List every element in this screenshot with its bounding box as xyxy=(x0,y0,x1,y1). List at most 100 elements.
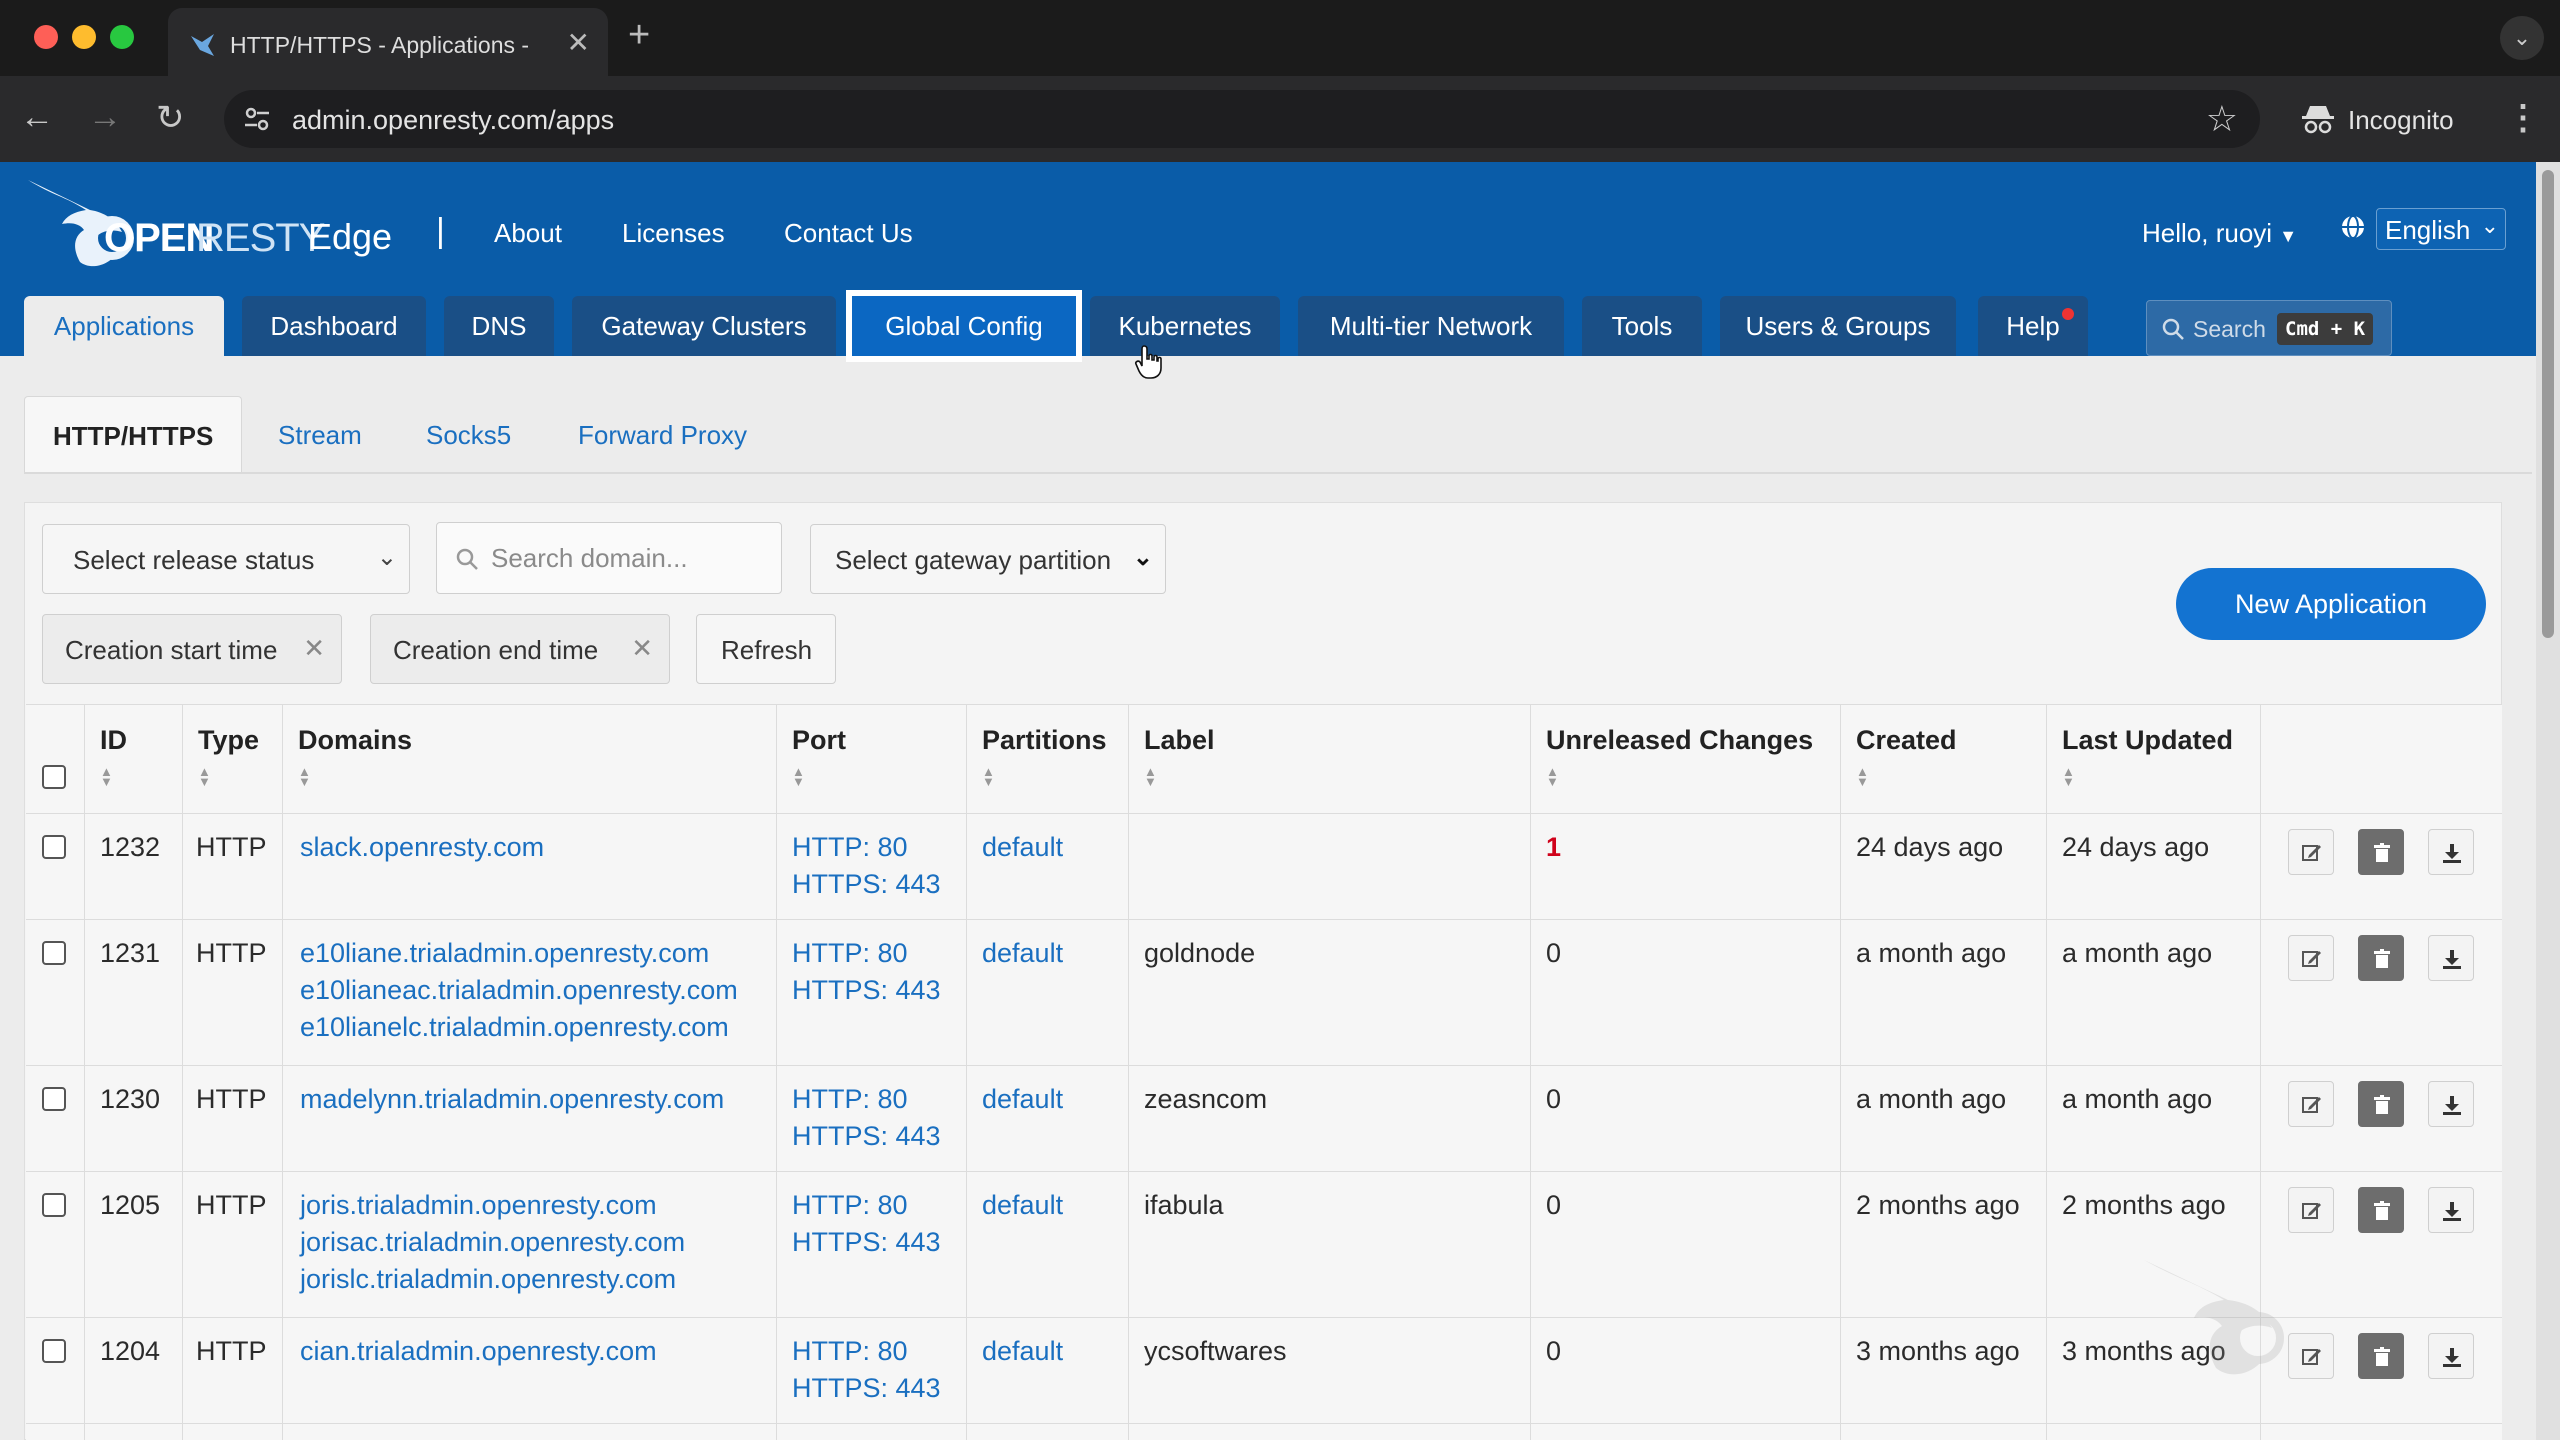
new-application-button[interactable]: New Application xyxy=(2176,568,2486,640)
domain-link[interactable]: slack.openresty.com xyxy=(300,829,544,866)
browser-tab[interactable]: HTTP/HTTPS - Applications - ✕ xyxy=(168,8,608,76)
row-checkbox[interactable] xyxy=(42,835,66,859)
domain-search-input[interactable]: Search domain... xyxy=(436,522,782,594)
port-link[interactable]: HTTPS: 443 xyxy=(792,1224,941,1261)
download-button[interactable] xyxy=(2428,829,2474,875)
row-checkbox[interactable] xyxy=(42,1339,66,1363)
port-link[interactable]: HTTPS: 443 xyxy=(792,1370,941,1407)
tab-multi-tier-network[interactable]: Multi-tier Network xyxy=(1298,296,1564,356)
sort-icon[interactable]: ▲ ▼ xyxy=(982,765,995,788)
tab-users-groups[interactable]: Users & Groups xyxy=(1720,296,1956,356)
window-minimize-button[interactable] xyxy=(72,25,96,49)
tab-gateway-clusters[interactable]: Gateway Clusters xyxy=(572,296,836,356)
port-link[interactable]: HTTP: 80 xyxy=(792,1081,908,1118)
address-bar[interactable]: admin.openresty.com/apps ☆ xyxy=(224,90,2260,148)
partition-link[interactable]: default xyxy=(982,935,1063,972)
sort-icon[interactable]: ▲ ▼ xyxy=(298,765,311,788)
creation-start-filter[interactable]: Creation start time ✕ xyxy=(42,614,342,684)
row-checkbox[interactable] xyxy=(42,1193,66,1217)
refresh-button[interactable]: Refresh xyxy=(696,614,836,684)
search-shortcut: Cmd + K xyxy=(2277,313,2374,345)
tab-kubernetes[interactable]: Kubernetes xyxy=(1090,296,1280,356)
tab-forward-proxy[interactable]: Forward Proxy xyxy=(578,396,747,474)
language-select[interactable]: English ⌄ xyxy=(2376,208,2506,250)
port-link[interactable]: HTTPS: 443 xyxy=(792,866,941,903)
port-link[interactable]: HTTP: 80 xyxy=(792,1187,908,1224)
domain-link[interactable]: jorisac.trialadmin.openresty.com xyxy=(300,1224,685,1261)
browser-menu-icon[interactable]: ⋮ xyxy=(2506,98,2540,138)
licenses-link[interactable]: Licenses xyxy=(622,218,725,249)
sort-icon[interactable]: ▲ ▼ xyxy=(198,765,211,788)
tab-dashboard[interactable]: Dashboard xyxy=(242,296,426,356)
port-link[interactable]: HTTP: 80 xyxy=(792,829,908,866)
edit-button[interactable] xyxy=(2288,829,2334,875)
sort-icon[interactable]: ▲ ▼ xyxy=(2062,765,2075,788)
row-checkbox[interactable] xyxy=(42,1087,66,1111)
chevron-down-icon: ⌄ xyxy=(376,544,397,571)
close-tab-icon[interactable]: ✕ xyxy=(567,26,590,59)
delete-button[interactable] xyxy=(2358,1187,2404,1233)
scrollbar-thumb[interactable] xyxy=(2542,170,2554,638)
global-search[interactable]: Search Cmd + K xyxy=(2146,300,2392,356)
partition-link[interactable]: default xyxy=(982,1333,1063,1370)
tab-tools[interactable]: Tools xyxy=(1582,296,1702,356)
sort-icon[interactable]: ▲ ▼ xyxy=(1144,765,1157,788)
tab-socks5[interactable]: Socks5 xyxy=(426,396,511,474)
release-status-select[interactable]: Select release status ⌄ xyxy=(42,524,410,594)
incognito-label: Incognito xyxy=(2348,105,2454,135)
user-menu[interactable]: Hello, ruoyi ▼ xyxy=(2142,218,2297,249)
page-scrollbar[interactable] xyxy=(2536,162,2560,1440)
edit-button[interactable] xyxy=(2288,935,2334,981)
domain-link[interactable]: e10liane.trialadmin.openresty.com xyxy=(300,935,709,972)
clear-icon[interactable]: ✕ xyxy=(631,633,653,664)
tab-help[interactable]: Help xyxy=(1978,296,2088,356)
tab-dns[interactable]: DNS xyxy=(444,296,554,356)
port-link[interactable]: HTTP: 80 xyxy=(792,1333,908,1370)
forward-arrow-icon[interactable]: → xyxy=(88,98,122,137)
edit-button[interactable] xyxy=(2288,1081,2334,1127)
domain-link[interactable]: jorislc.trialadmin.openresty.com xyxy=(300,1261,676,1298)
sort-icon[interactable]: ▲ ▼ xyxy=(100,765,113,788)
incognito-indicator[interactable]: Incognito xyxy=(2290,90,2468,148)
clear-icon[interactable]: ✕ xyxy=(303,633,325,664)
row-checkbox[interactable] xyxy=(42,941,66,965)
domain-link[interactable]: e10lianelc.trialadmin.openresty.com xyxy=(300,1009,729,1046)
delete-button[interactable] xyxy=(2358,1081,2404,1127)
download-button[interactable] xyxy=(2428,935,2474,981)
site-settings-icon[interactable] xyxy=(242,104,272,134)
chevron-down-icon[interactable]: ⌄ xyxy=(2500,16,2544,60)
window-close-button[interactable] xyxy=(34,25,58,49)
port-link[interactable]: HTTPS: 443 xyxy=(792,1118,941,1155)
domain-link[interactable]: cian.trialadmin.openresty.com xyxy=(300,1333,657,1370)
delete-button[interactable] xyxy=(2358,829,2404,875)
sort-icon[interactable]: ▲ ▼ xyxy=(1856,765,1869,788)
window-zoom-button[interactable] xyxy=(110,25,134,49)
bookmark-star-icon[interactable]: ☆ xyxy=(2206,98,2238,140)
about-link[interactable]: About xyxy=(494,218,562,249)
contact-us-link[interactable]: Contact Us xyxy=(784,218,913,249)
edit-button[interactable] xyxy=(2288,1187,2334,1233)
domain-link[interactable]: madelynn.trialadmin.openresty.com xyxy=(300,1081,724,1118)
select-all-checkbox[interactable] xyxy=(42,765,66,789)
tab-stream[interactable]: Stream xyxy=(278,396,362,474)
tab-global-config[interactable]: Global Config xyxy=(846,290,1082,362)
reload-icon[interactable]: ↻ xyxy=(156,98,185,138)
partition-link[interactable]: default xyxy=(982,1081,1063,1118)
back-arrow-icon[interactable]: ← xyxy=(20,98,54,137)
delete-button[interactable] xyxy=(2358,935,2404,981)
sort-icon[interactable]: ▲ ▼ xyxy=(792,765,805,788)
port-link[interactable]: HTTPS: 443 xyxy=(792,972,941,1009)
download-button[interactable] xyxy=(2428,1187,2474,1233)
tab-http-https[interactable]: HTTP/HTTPS xyxy=(24,396,243,474)
domain-link[interactable]: joris.trialadmin.openresty.com xyxy=(300,1187,657,1224)
domain-link[interactable]: e10lianeac.trialadmin.openresty.com xyxy=(300,972,738,1009)
gateway-partition-select[interactable]: Select gateway partition ⌄ xyxy=(810,524,1166,594)
download-button[interactable] xyxy=(2428,1081,2474,1127)
tab-applications[interactable]: Applications xyxy=(24,296,224,356)
creation-end-filter[interactable]: Creation end time ✕ xyxy=(370,614,670,684)
partition-link[interactable]: default xyxy=(982,1187,1063,1224)
partition-link[interactable]: default xyxy=(982,829,1063,866)
new-tab-button[interactable]: + xyxy=(628,14,650,57)
sort-icon[interactable]: ▲ ▼ xyxy=(1546,765,1559,788)
port-link[interactable]: HTTP: 80 xyxy=(792,935,908,972)
